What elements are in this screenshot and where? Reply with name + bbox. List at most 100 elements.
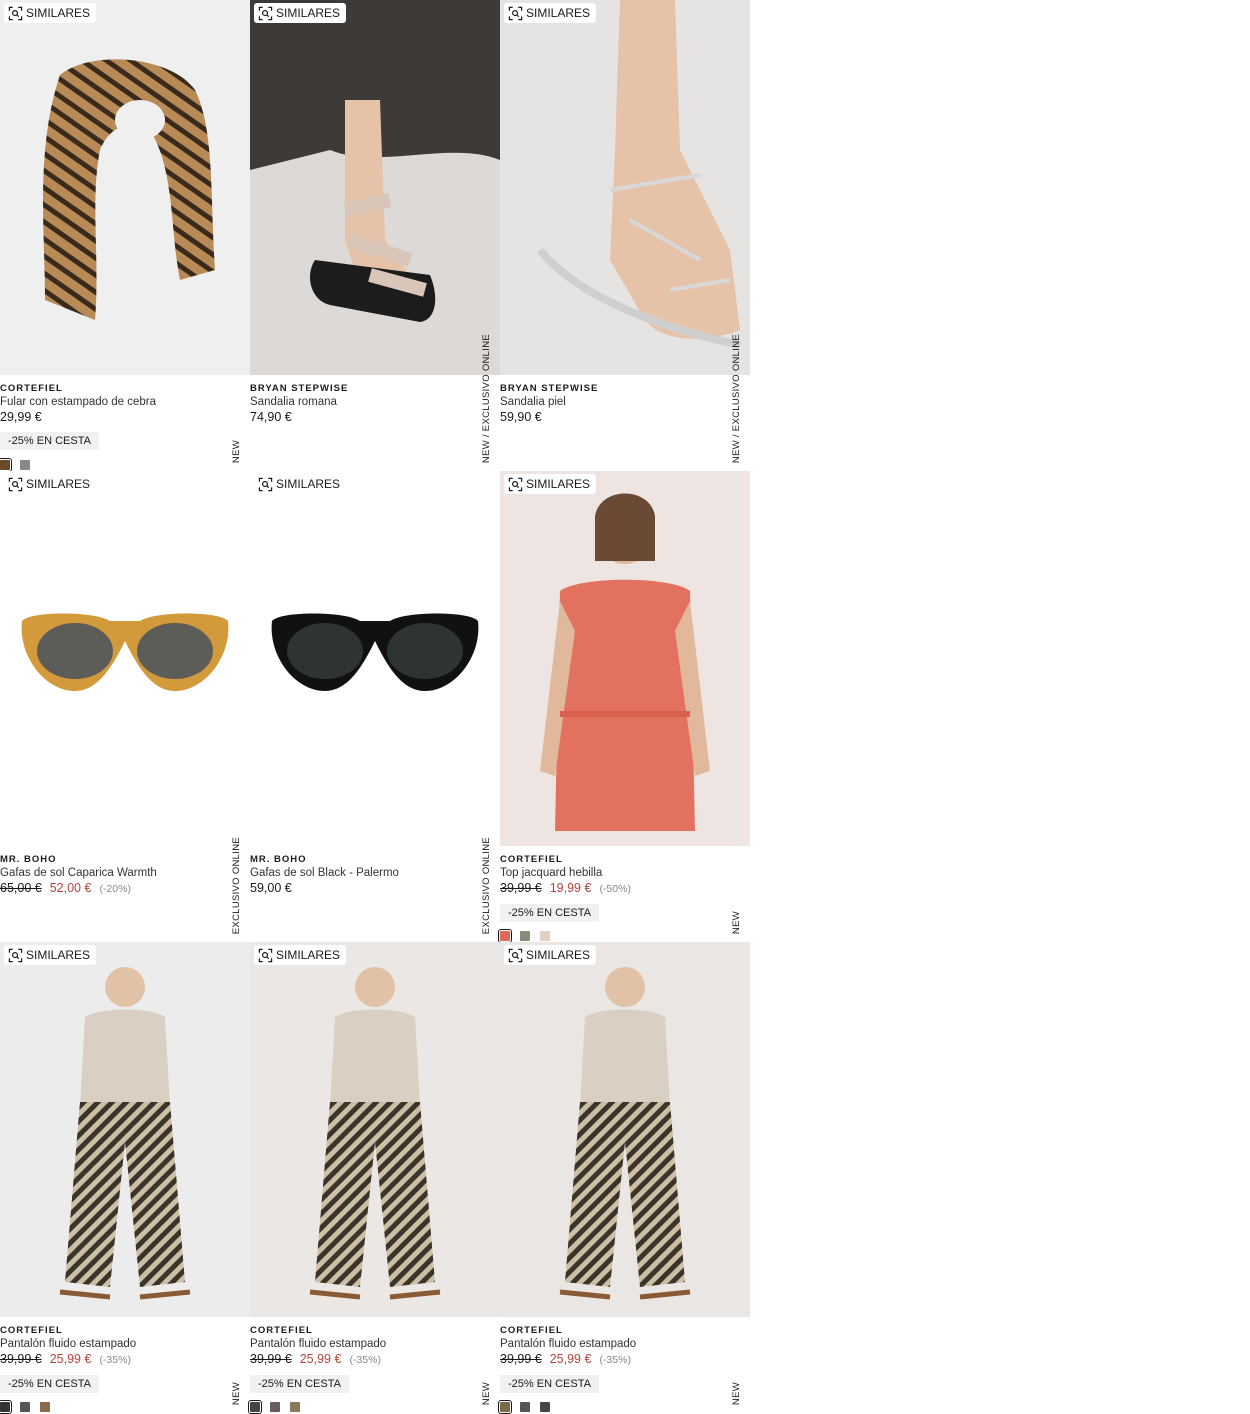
color-swatch[interactable]: [248, 1400, 262, 1414]
product-brand: CORTEFIEL: [0, 383, 63, 394]
product-card[interactable]: SIMILARES NEW CORTEFIEL Pantalón fluido …: [0, 942, 250, 1414]
similar-button[interactable]: SIMILARES: [504, 474, 597, 494]
color-swatch[interactable]: [498, 929, 512, 943]
similar-label: SIMILARES: [526, 6, 591, 20]
color-swatch[interactable]: [290, 1402, 300, 1412]
product-name[interactable]: Sandalia romana: [250, 395, 500, 410]
discount-percent: (-35%): [349, 1354, 381, 1366]
similar-button[interactable]: SIMILARES: [254, 474, 347, 494]
similar-button[interactable]: SIMILARES: [504, 3, 597, 23]
product-image[interactable]: [250, 942, 500, 1317]
discount-percent: (-50%): [599, 883, 631, 895]
product-card[interactable]: SIMILARES NEW CORTEFIEL Top jacquard heb…: [498, 471, 750, 943]
similar-button[interactable]: SIMILARES: [254, 945, 347, 965]
product-name[interactable]: Pantalón fluido estampado: [250, 1337, 500, 1352]
promo-badge: -25% EN CESTA: [250, 1375, 349, 1393]
product-name[interactable]: Gafas de sol Caparica Warmth: [0, 866, 250, 881]
product-card[interactable]: SIMILARES NEW CORTEFIEL Pantalón fluido …: [248, 942, 500, 1414]
old-price: 65,00 €: [0, 881, 42, 895]
current-price: 25,99 €: [299, 1352, 342, 1366]
color-swatch[interactable]: [520, 931, 530, 941]
similar-label: SIMILARES: [26, 948, 91, 962]
similar-label: SIMILARES: [26, 477, 91, 491]
promo-badge: -25% EN CESTA: [500, 904, 599, 922]
old-price: 39,99 €: [500, 881, 542, 895]
product-brand: BRYAN STEPWISE: [250, 383, 349, 394]
visual-search-icon: [508, 6, 523, 21]
color-swatch[interactable]: [540, 1402, 550, 1412]
similar-label: SIMILARES: [26, 6, 91, 20]
similar-label: SIMILARES: [276, 948, 341, 962]
product-name[interactable]: Gafas de sol Black - Palermo: [250, 866, 500, 881]
product-price-row: 29,99 €: [0, 410, 250, 424]
promo-badge: -25% EN CESTA: [0, 1375, 99, 1393]
color-swatch[interactable]: [270, 1402, 280, 1412]
product-brand: CORTEFIEL: [500, 854, 563, 865]
visual-search-icon: [8, 6, 23, 21]
product-brand: CORTEFIEL: [0, 1325, 63, 1336]
discount-percent: (-20%): [99, 883, 131, 895]
current-price: 25,99 €: [549, 1352, 592, 1366]
product-price-row: 39,99 € 25,99 € (-35%): [500, 1352, 750, 1367]
product-name[interactable]: Pantalón fluido estampado: [0, 1337, 250, 1352]
product-card[interactable]: SIMILARES NEW / EXCLUSIVO ONLINE BRYAN S…: [250, 0, 500, 471]
current-price: 29,99 €: [0, 410, 42, 424]
similar-label: SIMILARES: [276, 6, 341, 20]
product-card[interactable]: SIMILARES EXCLUSIVO ONLINE MR. BOHO Gafa…: [0, 471, 250, 942]
product-image[interactable]: [250, 471, 500, 846]
color-swatches: [0, 1400, 50, 1414]
color-swatches: [498, 929, 550, 943]
color-swatches: [0, 458, 30, 472]
discount-percent: (-35%): [99, 1354, 131, 1366]
similar-button[interactable]: SIMILARES: [4, 474, 97, 494]
similar-button[interactable]: SIMILARES: [4, 3, 97, 23]
product-image[interactable]: [500, 942, 750, 1317]
similar-button[interactable]: SIMILARES: [4, 945, 97, 965]
product-image[interactable]: [500, 0, 750, 375]
product-image[interactable]: [0, 942, 250, 1317]
product-brand: CORTEFIEL: [250, 1325, 313, 1336]
color-swatch[interactable]: [20, 460, 30, 470]
product-price-row: 39,99 € 19,99 € (-50%): [500, 881, 750, 896]
similar-label: SIMILARES: [276, 477, 341, 491]
color-swatches: [498, 1400, 550, 1414]
product-name[interactable]: Pantalón fluido estampado: [500, 1337, 750, 1352]
product-name[interactable]: Sandalia piel: [500, 395, 750, 410]
similar-button[interactable]: SIMILARES: [254, 3, 347, 23]
color-swatches: [248, 1400, 300, 1414]
similar-button[interactable]: SIMILARES: [504, 945, 597, 965]
product-card[interactable]: SIMILARES NEW CORTEFIEL Fular con estamp…: [0, 0, 250, 472]
color-swatch[interactable]: [520, 1402, 530, 1412]
visual-search-icon: [258, 477, 273, 492]
color-swatch[interactable]: [20, 1402, 30, 1412]
product-card[interactable]: SIMILARES NEW / EXCLUSIVO ONLINE BRYAN S…: [500, 0, 750, 471]
product-price-row: 74,90 €: [250, 410, 500, 424]
color-swatch[interactable]: [40, 1402, 50, 1412]
product-brand: CORTEFIEL: [500, 1325, 563, 1336]
product-image[interactable]: [0, 471, 250, 846]
product-name[interactable]: Fular con estampado de cebra: [0, 395, 250, 410]
product-brand: MR. BOHO: [0, 854, 57, 865]
product-name[interactable]: Top jacquard hebilla: [500, 866, 750, 881]
product-image[interactable]: [250, 0, 500, 375]
old-price: 39,99 €: [250, 1352, 292, 1366]
product-card[interactable]: SIMILARES NEW CORTEFIEL Pantalón fluido …: [498, 942, 750, 1414]
product-price-row: 65,00 € 52,00 € (-20%): [0, 881, 250, 896]
current-price: 19,99 €: [549, 881, 592, 895]
current-price: 25,99 €: [49, 1352, 92, 1366]
color-swatch[interactable]: [498, 1400, 512, 1414]
product-image[interactable]: [0, 0, 250, 375]
promo-badge: -25% EN CESTA: [500, 1375, 599, 1393]
product-image[interactable]: [500, 471, 750, 846]
product-price-row: 59,00 €: [250, 881, 500, 895]
color-swatch[interactable]: [540, 931, 550, 941]
product-price-row: 39,99 € 25,99 € (-35%): [0, 1352, 250, 1367]
product-price-row: 59,90 €: [500, 410, 750, 424]
visual-search-icon: [8, 477, 23, 492]
product-card[interactable]: SIMILARES EXCLUSIVO ONLINE MR. BOHO Gafa…: [250, 471, 500, 942]
old-price: 39,99 €: [500, 1352, 542, 1366]
visual-search-icon: [508, 948, 523, 963]
color-swatch[interactable]: [0, 458, 12, 472]
current-price: 52,00 €: [49, 881, 92, 895]
color-swatch[interactable]: [0, 1400, 12, 1414]
